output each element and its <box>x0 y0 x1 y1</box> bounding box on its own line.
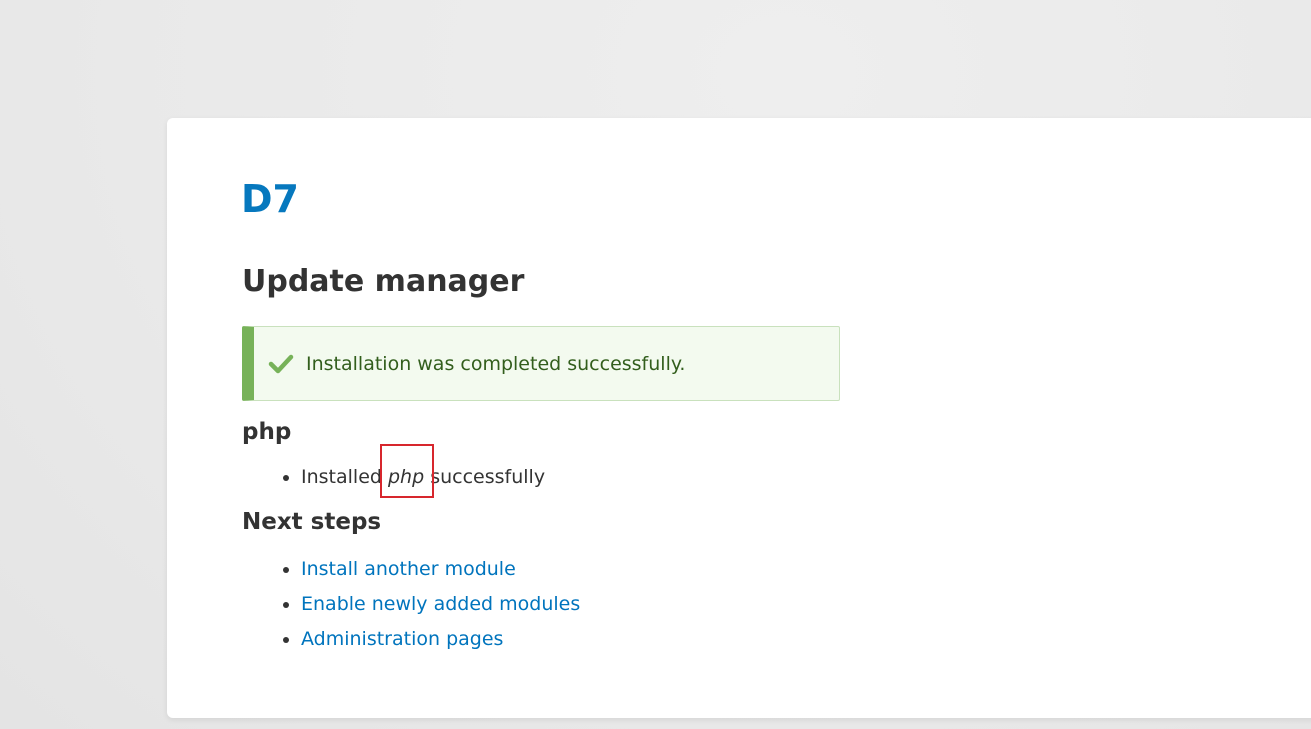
check-icon <box>268 351 294 377</box>
list-item: Install another module <box>301 552 580 587</box>
status-message: Installation was completed successfully. <box>242 326 840 401</box>
status-message-text: Installation was completed successfully. <box>306 352 686 375</box>
page-title: Update manager <box>242 264 525 299</box>
next-steps-list: Install another module Enable newly adde… <box>242 552 580 657</box>
install-prefix: Installed <box>301 466 382 488</box>
site-name[interactable]: D7 <box>241 174 299 224</box>
list-item: Enable newly added modules <box>301 587 580 622</box>
next-steps-heading: Next steps <box>242 509 382 535</box>
list-item: Administration pages <box>301 622 580 657</box>
install-suffix: successfully <box>430 466 546 488</box>
administration-pages-link[interactable]: Administration pages <box>301 628 503 650</box>
highlight-box <box>380 444 434 498</box>
enable-modules-link[interactable]: Enable newly added modules <box>301 593 580 615</box>
module-heading: php <box>242 419 292 445</box>
install-another-module-link[interactable]: Install another module <box>301 558 516 580</box>
